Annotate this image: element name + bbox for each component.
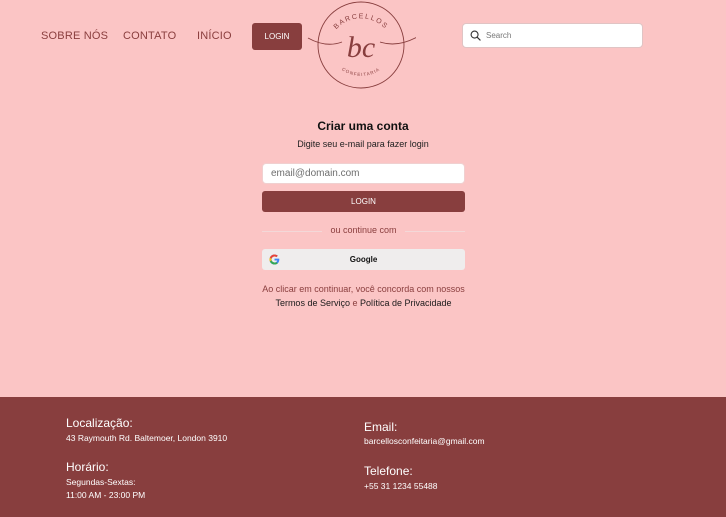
search-icon [470, 30, 481, 41]
nav-home-link[interactable]: INÍCIO [197, 30, 232, 42]
footer-hours-title: Horário: [66, 460, 109, 474]
search-box[interactable] [462, 23, 643, 48]
login-button[interactable]: LOGIN [262, 191, 465, 212]
footer-hours-time: 11:00 AM - 23:00 PM [66, 490, 146, 500]
page-subtitle: Digite seu e-mail para fazer login [297, 139, 429, 149]
divider: ou continue com [262, 224, 465, 238]
google-button-label: Google [349, 255, 378, 264]
header-login-button[interactable]: LOGIN [252, 23, 302, 50]
logo-bottom-text: CONFEITARIA [341, 66, 380, 77]
footer-location-value: 43 Raymouth Rd. Baltemoer, London 3910 [66, 433, 228, 443]
email-field[interactable] [262, 163, 465, 184]
footer-location-title: Localização: [66, 416, 133, 430]
svg-text:BARCELLOS: BARCELLOS [333, 13, 389, 31]
brand-logo[interactable]: BARCELLOS CONFEITARIA bc [306, 0, 416, 92]
svg-text:CONFEITARIA: CONFEITARIA [341, 66, 381, 77]
footer-phone-title: Telefone: [364, 464, 413, 478]
nav-contact-link[interactable]: CONTATO [123, 30, 176, 42]
footer-hours-days: Segundas-Sextas: [66, 477, 136, 487]
logo-top-text: BARCELLOS [333, 13, 388, 31]
google-icon [269, 254, 280, 265]
search-input[interactable] [486, 31, 636, 40]
terms-text: Ao clicar em continuar, você concorda co… [262, 284, 465, 308]
page-title: Criar uma conta [317, 119, 409, 133]
google-login-button[interactable]: Google [262, 249, 465, 270]
footer-email-value[interactable]: barcellosconfeitaria@gmail.com [364, 436, 485, 446]
footer-email-title: Email: [364, 420, 398, 434]
divider-text: ou continue com [330, 225, 397, 235]
privacy-policy-link[interactable]: Política de Privacidade [360, 298, 452, 308]
footer: Localização: 43 Raymouth Rd. Baltemoer, … [0, 397, 726, 517]
logo-monogram: bc [347, 31, 375, 64]
nav-about-link[interactable]: SOBRE NÓS [41, 30, 108, 42]
footer-phone-value[interactable]: +55 31 1234 55488 [364, 481, 438, 491]
terms-of-service-link[interactable]: Termos de Serviço [275, 298, 350, 308]
